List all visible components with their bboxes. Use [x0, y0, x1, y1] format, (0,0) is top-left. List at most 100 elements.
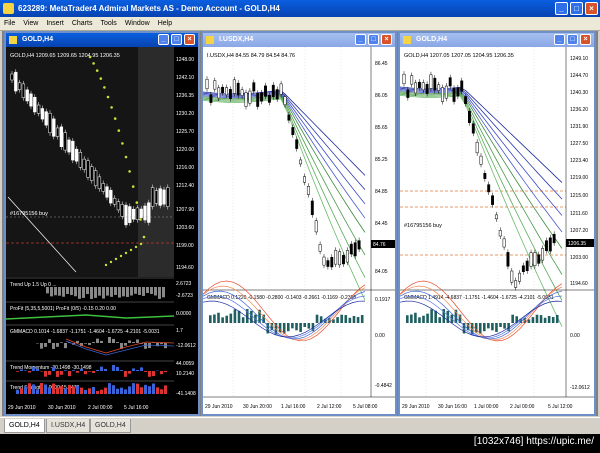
price-bar — [52, 118, 56, 137]
tab-usdx-h4[interactable]: I.USDX,H4 — [46, 419, 91, 433]
chart-canvas[interactable]: GOLD,H4 1207.05 1207.05 1204.95 1206.35 … — [400, 47, 594, 414]
price-bar — [135, 207, 140, 220]
close-button[interactable]: × — [585, 2, 598, 15]
histogram-bar — [531, 317, 535, 323]
chart-window-gold-light[interactable]: GOLD,H4 _ □ × GOLD,H4 1207.05 1207.05 12… — [398, 31, 596, 416]
sar-dot — [128, 170, 131, 173]
chart-close-button[interactable]: × — [580, 34, 591, 45]
price-tick: 84.45 — [375, 221, 388, 227]
histogram-bar — [291, 323, 294, 329]
price-bar — [147, 202, 151, 223]
chart-minimize-button[interactable]: _ — [554, 34, 565, 45]
histogram-bar — [100, 366, 103, 371]
price-bar — [260, 92, 264, 102]
price-bar — [464, 96, 468, 104]
price-bar — [510, 270, 514, 283]
histogram-bar — [82, 287, 85, 298]
histogram-bar — [138, 287, 141, 295]
price-bar — [314, 220, 318, 233]
menu-tools[interactable]: Tools — [96, 17, 120, 30]
histogram-bar — [76, 371, 79, 373]
menu-view[interactable]: View — [19, 17, 42, 30]
histogram-bar — [336, 317, 339, 323]
price-bar — [433, 77, 437, 91]
chart-header: GOLD,H4 1207.05 1207.05 1204.95 1206.35 — [404, 53, 514, 59]
sar-dot — [139, 242, 143, 246]
histogram-bar — [76, 385, 79, 394]
minimize-button[interactable]: _ — [555, 2, 568, 15]
tab-gold-h4[interactable]: GOLD,H4 — [4, 419, 45, 433]
price-bar — [124, 204, 128, 226]
menu-insert[interactable]: Insert — [42, 17, 68, 30]
chart-close-button[interactable]: × — [381, 34, 392, 45]
histogram-bar — [303, 323, 307, 328]
indicator-label: GMMACD 0.1014 -1.6837 -1.1751 -1.4604 -1… — [10, 329, 160, 335]
price-bar — [74, 148, 79, 162]
menu-charts[interactable]: Charts — [68, 17, 97, 30]
menu-help[interactable]: Help — [154, 17, 176, 30]
chart-maximize-button[interactable]: □ — [171, 34, 182, 45]
histogram-bar — [299, 323, 302, 332]
chart-titlebar[interactable]: I.USDX,H4 _ □ × — [203, 33, 395, 47]
price-bar — [322, 256, 326, 266]
menu-window[interactable]: Window — [121, 17, 154, 30]
histogram-bar — [20, 388, 23, 394]
histogram-bar — [503, 323, 506, 329]
price-bar — [14, 71, 18, 92]
mdi-area: GOLD,H4 _ □ × GOLD,H4 1209.65 1209.65 12… — [2, 31, 598, 416]
price-bar — [471, 123, 475, 134]
price-bar — [357, 240, 361, 250]
chart-window-gold-dark[interactable]: GOLD,H4 _ □ × GOLD,H4 1209.65 1209.65 12… — [4, 31, 200, 416]
price-bar — [306, 186, 310, 195]
histogram-bar — [535, 314, 539, 323]
chart-canvas[interactable]: I.USDX,H4 84.55 84.79 84.54 84.76 84.76 … — [203, 47, 395, 414]
histogram-bar — [52, 383, 55, 394]
app-title: 623289: MetaTrader4 Admiral Markets AS -… — [18, 4, 280, 13]
price-bar — [131, 208, 136, 220]
price-bar — [78, 152, 83, 168]
price-bar — [334, 250, 338, 265]
chart-minimize-button[interactable]: _ — [355, 34, 366, 45]
histogram-bar — [48, 387, 51, 394]
chart-close-button[interactable]: × — [184, 34, 195, 45]
histogram-bar — [478, 323, 482, 334]
histogram-bar — [62, 287, 65, 297]
histogram-bar — [315, 314, 319, 323]
chart-window-usdx[interactable]: I.USDX,H4 _ □ × I.USDX,H4 84.55 84.79 84… — [201, 31, 397, 416]
maximize-button[interactable]: □ — [570, 2, 583, 15]
price-bar — [71, 140, 75, 161]
chart-minimize-button[interactable]: _ — [158, 34, 169, 45]
chart-canvas[interactable]: GOLD,H4 1209.65 1209.65 1204.95 1206.35 … — [6, 47, 198, 414]
price-bar — [101, 183, 105, 192]
price-tick: 0.0000 — [176, 311, 192, 317]
chart-maximize-button[interactable]: □ — [368, 34, 379, 45]
histogram-bar — [72, 386, 75, 394]
price-bar — [402, 73, 406, 85]
chart-icon — [206, 36, 214, 44]
chart-maximize-button[interactable]: □ — [567, 34, 578, 45]
price-bar — [97, 176, 102, 189]
chart-titlebar[interactable]: GOLD,H4 _ □ × — [6, 33, 198, 47]
menu-file[interactable]: File — [0, 17, 19, 30]
histogram-bar — [237, 310, 241, 323]
histogram-bar — [144, 371, 147, 372]
price-bar — [166, 187, 170, 207]
price-bar — [271, 84, 275, 97]
histogram-bar — [108, 383, 111, 394]
price-bar — [330, 257, 334, 268]
price-bar — [537, 254, 541, 264]
chart-titlebar[interactable]: GOLD,H4 _ □ × — [400, 33, 594, 47]
histogram-bar — [28, 383, 31, 394]
price-bar — [112, 197, 117, 205]
histogram-bar — [547, 315, 551, 323]
histogram-bar — [124, 389, 127, 394]
tab-gold-h4-2[interactable]: GOLD,H4 — [90, 419, 131, 433]
histogram-bar — [414, 312, 417, 323]
histogram-bar — [209, 315, 212, 323]
histogram-bar — [116, 366, 119, 371]
price-bar — [36, 104, 41, 114]
sar-dot — [121, 142, 124, 145]
time-tick: 5 Jul 08:00 — [353, 404, 378, 410]
price-tick: 1230.20 — [176, 111, 194, 117]
price-bar — [425, 84, 429, 94]
